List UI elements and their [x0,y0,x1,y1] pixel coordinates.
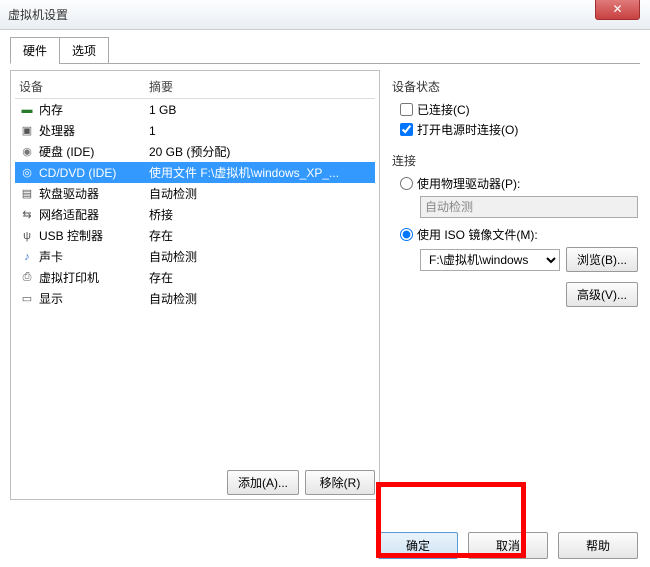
table-row[interactable]: ▣ 处理器1 [15,120,375,141]
device-summary: 1 [149,124,371,138]
footer-buttons: 确定 取消 帮助 [378,532,638,559]
table-row[interactable]: ⇆ 网络适配器桥接 [15,204,375,225]
ok-button[interactable]: 确定 [378,532,458,559]
table-row[interactable]: ◉ 硬盘 (IDE)20 GB (预分配) [15,141,375,162]
list-header: 设备 摘要 [15,75,375,99]
connected-input[interactable] [400,103,413,116]
connected-label: 已连接(C) [417,101,470,118]
device-name: 虚拟打印机 [39,269,149,286]
cpu-icon: ▣ [19,124,35,138]
help-button[interactable]: 帮助 [558,532,638,559]
device-summary: 20 GB (预分配) [149,143,371,160]
device-name: 软盘驱动器 [39,185,149,202]
settings-panel: 设备状态 已连接(C) 打开电源时连接(O) 连接 使用物理驱动器(P): [390,70,640,500]
tab-hardware[interactable]: 硬件 [10,37,60,64]
physical-select: 自动检测 [420,196,638,218]
device-name: USB 控制器 [39,227,149,244]
iso-dropdown: F:\虚拟机\windows 浏览(B)... [420,247,638,272]
table-row[interactable]: ⎙ 虚拟打印机存在 [15,267,375,288]
device-summary: 桥接 [149,206,371,223]
table-row[interactable]: ▭ 显示自动检测 [15,288,375,309]
connect-on-power-checkbox[interactable]: 打开电源时连接(O) [400,121,638,138]
connection-title: 连接 [392,152,638,169]
device-name: 声卡 [39,248,149,265]
table-row[interactable]: ψ USB 控制器存在 [15,225,375,246]
sound-icon: ♪ [19,250,35,264]
status-title: 设备状态 [392,78,638,95]
iso-radio-input[interactable] [400,228,413,241]
device-summary: 自动检测 [149,248,371,265]
device-name: 处理器 [39,122,149,139]
use-physical-radio[interactable]: 使用物理驱动器(P): [400,175,638,192]
connect-on-power-label: 打开电源时连接(O) [417,121,518,138]
device-name: 网络适配器 [39,206,149,223]
remove-button[interactable]: 移除(R) [305,470,375,495]
iso-select[interactable]: F:\虚拟机\windows [420,249,560,271]
physical-label: 使用物理驱动器(P): [417,175,520,192]
cd-icon: ◎ [19,166,35,180]
cancel-button[interactable]: 取消 [468,532,548,559]
disk-icon: ◉ [19,145,35,159]
browse-button[interactable]: 浏览(B)... [566,247,638,272]
tabs: 硬件 选项 [10,36,640,64]
header-summary[interactable]: 摘要 [149,78,371,95]
device-panel: 设备 摘要 ▬ 内存1 GB ▣ 处理器1 ◉ 硬盘 (IDE)20 GB (预分配) ◎ C… [10,70,380,500]
display-icon: ▭ [19,292,35,306]
device-name: 内存 [39,101,149,118]
floppy-icon: ▤ [19,187,35,201]
add-button[interactable]: 添加(A)... [227,470,299,495]
device-name: 显示 [39,290,149,307]
device-list: 设备 摘要 ▬ 内存1 GB ▣ 处理器1 ◉ 硬盘 (IDE)20 GB (预分配) ◎ C… [15,75,375,464]
device-name: 硬盘 (IDE) [39,143,149,160]
table-row[interactable]: ▬ 内存1 GB [15,99,375,120]
physical-radio-input[interactable] [400,177,413,190]
device-summary: 存在 [149,227,371,244]
connected-checkbox[interactable]: 已连接(C) [400,101,638,118]
device-summary: 自动检测 [149,185,371,202]
device-summary: 使用文件 F:\虚拟机\windows_XP_... [149,164,371,181]
device-summary: 自动检测 [149,290,371,307]
physical-dropdown: 自动检测 [420,196,638,218]
table-row[interactable]: ▤ 软盘驱动器自动检测 [15,183,375,204]
use-iso-radio[interactable]: 使用 ISO 镜像文件(M): [400,226,638,243]
device-summary: 1 GB [149,103,371,117]
connect-on-power-input[interactable] [400,123,413,136]
table-row[interactable]: ♪ 声卡自动检测 [15,246,375,267]
usb-icon: ψ [19,229,35,243]
net-icon: ⇆ [19,208,35,222]
table-row[interactable]: ◎ CD/DVD (IDE)使用文件 F:\虚拟机\windows_XP_... [15,162,375,183]
iso-label: 使用 ISO 镜像文件(M): [417,226,538,243]
header-device[interactable]: 设备 [19,78,149,95]
tab-options[interactable]: 选项 [59,37,109,64]
close-button[interactable]: ✕ [595,0,640,20]
advanced-button[interactable]: 高级(V)... [566,282,638,307]
mem-icon: ▬ [19,103,35,117]
window-title: 虚拟机设置 [8,6,68,23]
titlebar: 虚拟机设置 ✕ [0,0,650,30]
printer-icon: ⎙ [19,271,35,285]
device-summary: 存在 [149,269,371,286]
device-name: CD/DVD (IDE) [39,166,149,180]
